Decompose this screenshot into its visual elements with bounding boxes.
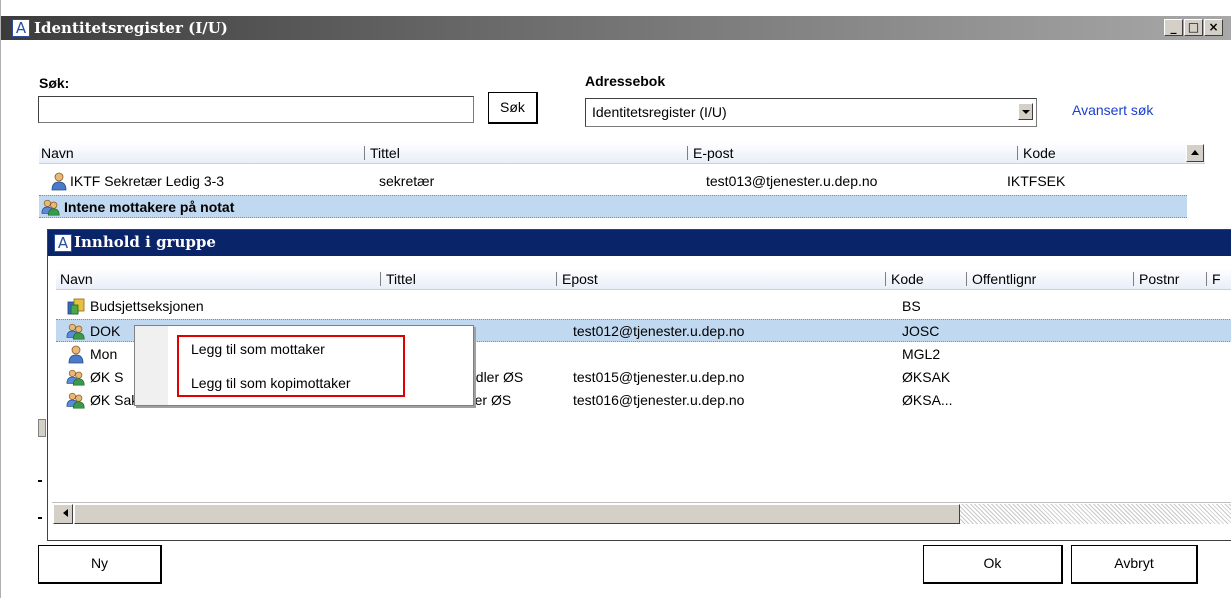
table-row-selected[interactable]: Intene mottakere på notat: [39, 195, 1187, 218]
row-email: test015@tjenester.u.dep.no: [573, 369, 745, 385]
table-row[interactable]: IKTF Sekretær Ledig 3-3 sekretær test013…: [39, 170, 1187, 193]
app-logo-icon: A: [54, 234, 72, 252]
app-logo-icon: A: [12, 19, 30, 37]
column-divider[interactable]: [1206, 272, 1207, 286]
menu-item-add-recipient[interactable]: Legg til som mottaker: [191, 341, 325, 357]
group-list-header: Navn Tittel Epost Kode Offentlignr Postn…: [56, 268, 1231, 290]
group-icon: [66, 369, 85, 386]
row-email: test012@tjenester.u.dep.no: [573, 323, 745, 339]
addressbook-label: Adressebok: [585, 73, 666, 89]
column-public-no[interactable]: Offentlignr: [972, 271, 1036, 287]
row-name: IKTF Sekretær Ledig 3-3: [70, 173, 225, 189]
close-button[interactable]: ×: [1204, 19, 1223, 36]
column-name[interactable]: Navn: [60, 271, 93, 287]
column-divider[interactable]: [885, 272, 886, 286]
group-dialog-titlebar[interactable]: A Innhold i gruppe: [48, 230, 1231, 256]
search-button[interactable]: Søk: [488, 92, 538, 124]
horizontal-scrollbar[interactable]: [52, 502, 1231, 524]
maximize-button[interactable]: □: [1184, 19, 1203, 36]
addressbook-select[interactable]: Identitetsregister (I/U): [585, 98, 1037, 127]
search-input[interactable]: [38, 96, 474, 123]
group-icon: [66, 392, 85, 409]
underlying-edge-mark: [38, 480, 42, 482]
search-label: Søk:: [39, 75, 70, 91]
person-icon: [51, 172, 67, 191]
scroll-left-button[interactable]: [53, 504, 73, 524]
column-divider[interactable]: [364, 146, 365, 160]
column-title[interactable]: Tittel: [370, 145, 400, 161]
scrollbar-thumb[interactable]: [74, 504, 960, 524]
identity-register-dialog: A Identitetsregister (I/U) _ □ × Søk: Sø…: [0, 0, 1231, 598]
context-menu: Legg til som mottaker Legg til som kopim…: [134, 325, 474, 406]
row-code: ØKSAK: [902, 369, 951, 385]
column-code[interactable]: Kode: [891, 271, 924, 287]
person-icon: [68, 345, 84, 364]
cancel-button[interactable]: Avbryt: [1071, 545, 1198, 584]
row-name: ØK S: [90, 369, 124, 385]
column-divider[interactable]: [687, 146, 688, 160]
row-code: BS: [902, 298, 921, 314]
menu-item-add-cc-recipient[interactable]: Legg til som kopimottaker: [191, 375, 351, 391]
context-menu-gutter: [135, 326, 168, 405]
column-divider[interactable]: [1133, 272, 1134, 286]
column-divider[interactable]: [556, 272, 557, 286]
column-title[interactable]: Tittel: [386, 271, 416, 287]
group-icon: [41, 199, 60, 216]
row-code: IKTFSEK: [1007, 173, 1066, 189]
main-list-header: Navn Tittel E-post Kode: [39, 142, 1205, 164]
column-code[interactable]: Kode: [1023, 145, 1056, 161]
window-title: Identitetsregister (I/U): [34, 19, 228, 37]
scroll-up-button[interactable]: [1186, 144, 1204, 162]
row-title: sekretær: [379, 173, 435, 189]
column-divider[interactable]: [380, 272, 381, 286]
column-postal-no[interactable]: Postnr: [1139, 271, 1179, 287]
new-button[interactable]: Ny: [38, 545, 162, 584]
chevron-down-icon[interactable]: [1018, 103, 1033, 120]
addressbook-selected-value: Identitetsregister (I/U): [592, 104, 727, 120]
column-divider[interactable]: [1017, 146, 1018, 160]
window-titlebar[interactable]: A Identitetsregister (I/U) _ □ ×: [1, 16, 1231, 40]
row-name: Mon: [90, 346, 118, 362]
ok-button[interactable]: Ok: [923, 545, 1063, 584]
underlying-edge-mark: [38, 517, 42, 519]
row-title: ndler ØS: [468, 369, 524, 385]
column-email[interactable]: E-post: [693, 145, 733, 161]
org-unit-icon: [67, 298, 85, 315]
row-code: ØKSA...: [902, 392, 953, 408]
row-code: JOSC: [902, 323, 940, 339]
row-name: DOK: [90, 323, 121, 339]
row-name: Intene mottakere på notat: [64, 199, 235, 215]
minimize-button[interactable]: _: [1164, 19, 1183, 36]
group-dialog-title: Innhold i gruppe: [74, 233, 216, 251]
row-code: MGL2: [902, 346, 941, 362]
advanced-search-link[interactable]: Avansert søk: [1072, 102, 1153, 118]
column-name[interactable]: Navn: [41, 145, 74, 161]
row-email: test013@tjenester.u.dep.no: [706, 173, 878, 189]
column-f[interactable]: F: [1212, 271, 1221, 287]
list-item[interactable]: Budsjettseksjonen BS: [56, 295, 1231, 318]
group-icon: [66, 323, 85, 340]
column-email[interactable]: Epost: [562, 271, 598, 287]
underlying-scroll-fragment: [38, 419, 46, 437]
row-name: Budsjettseksjonen: [90, 298, 204, 314]
row-email: test016@tjenester.u.dep.no: [573, 392, 745, 408]
scrollbar-track[interactable]: [960, 504, 1231, 524]
column-divider[interactable]: [966, 272, 967, 286]
